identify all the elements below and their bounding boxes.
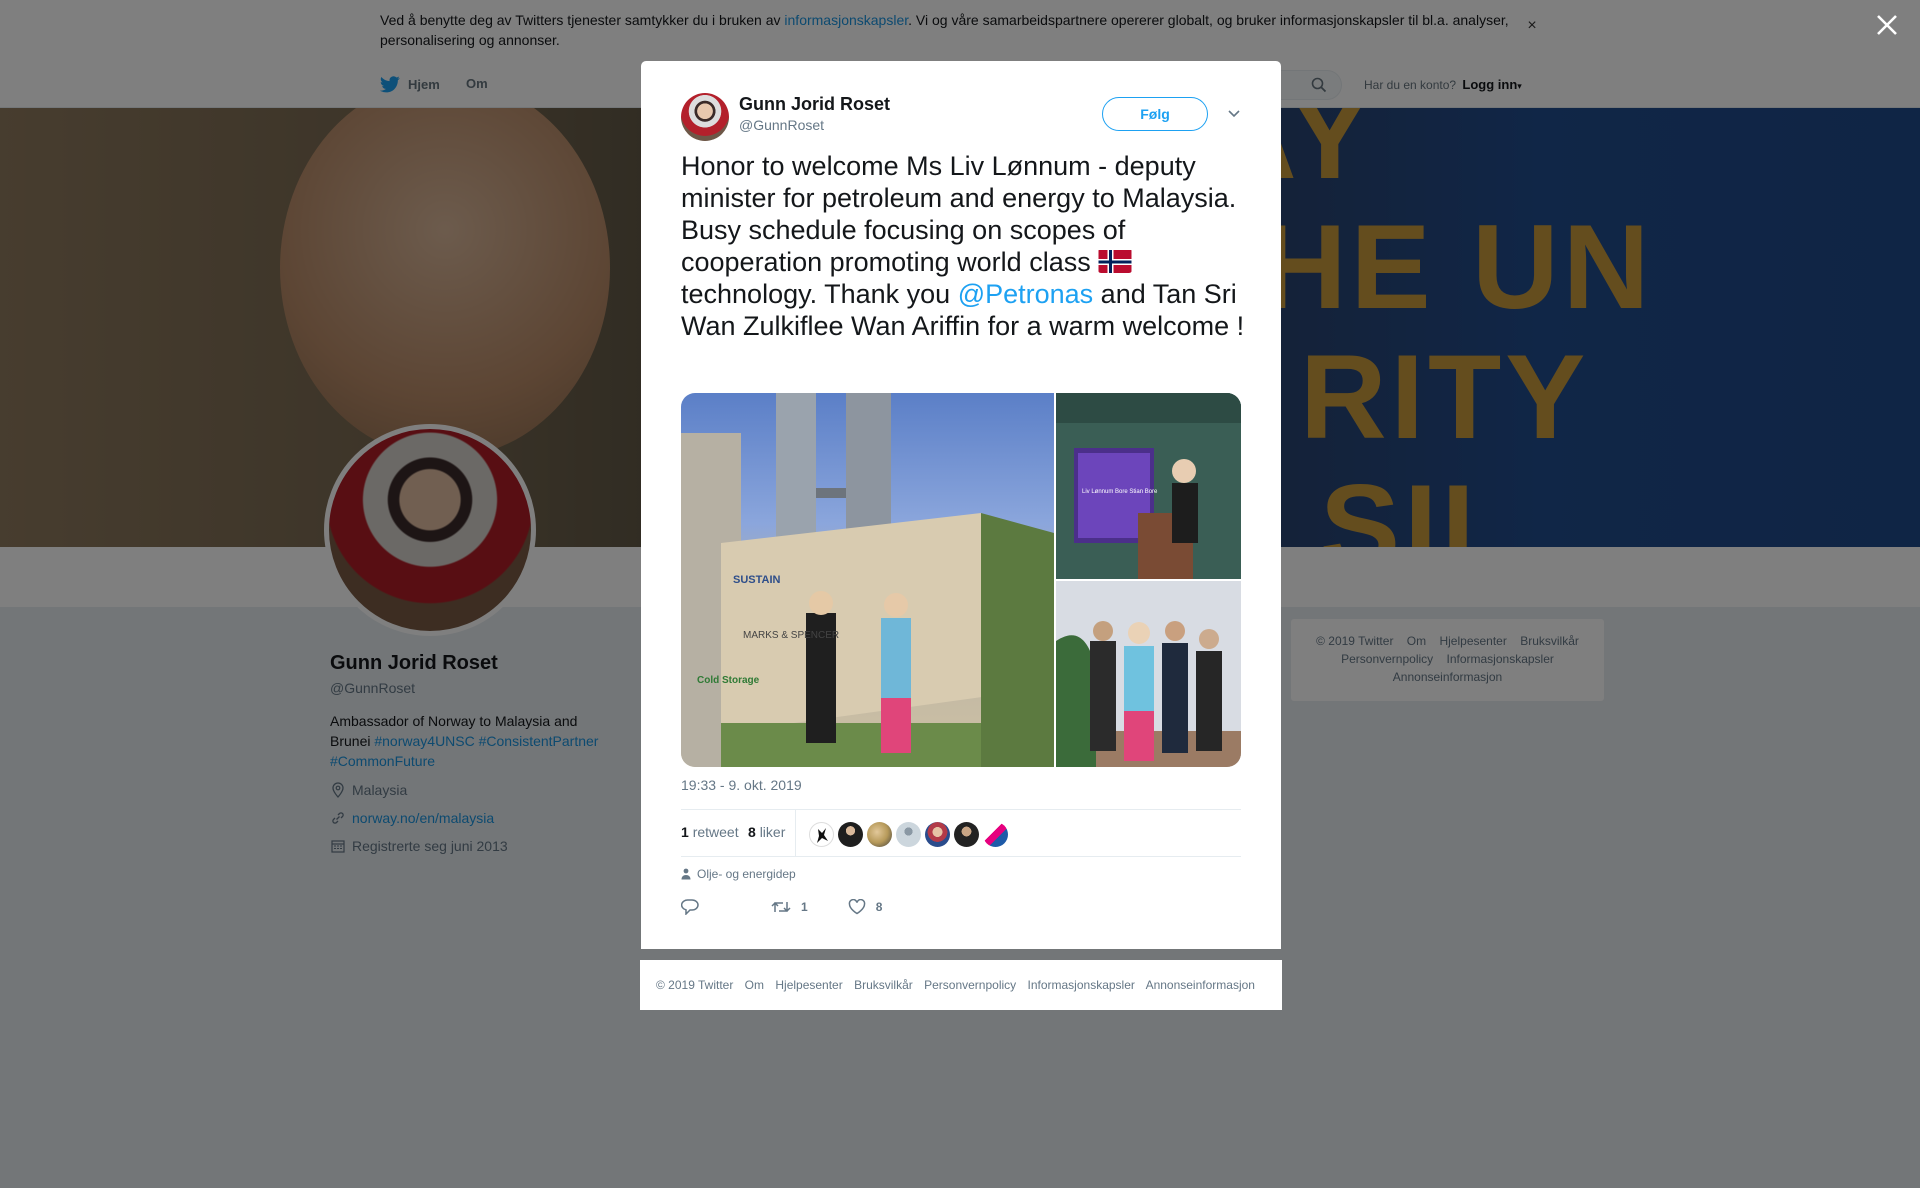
- tweet-text-part: Honor to welcome Ms Liv Lønnum - deputy …: [681, 151, 1237, 277]
- like-label: liker: [759, 824, 786, 840]
- tweet-modal: Gunn Jorid Roset @GunnRoset Følg Honor t…: [641, 61, 1281, 949]
- reply-icon: [681, 899, 699, 915]
- liker-avatar[interactable]: [896, 822, 921, 847]
- like-button[interactable]: 8: [848, 899, 883, 915]
- tweet-text: Honor to welcome Ms Liv Lønnum - deputy …: [681, 150, 1246, 342]
- footer-link-ads[interactable]: Annonseinformasjon: [1146, 978, 1255, 992]
- liker-avatar[interactable]: [809, 822, 834, 847]
- footer-link-terms[interactable]: Bruksvilkår: [854, 978, 913, 992]
- liker-avatar[interactable]: [867, 822, 892, 847]
- photo-sign-text: SUSTAIN: [733, 574, 781, 586]
- footer-link-about[interactable]: Om: [745, 978, 764, 992]
- author-name[interactable]: Gunn Jorid Roset: [739, 94, 890, 115]
- tweet-context: Olje- og energidep: [681, 867, 796, 881]
- like-count: 8: [748, 824, 756, 840]
- retweet-button[interactable]: 1: [771, 899, 808, 915]
- tweet-photo[interactable]: SUSTAIN MARKS & SPENCER Cold Storage: [681, 393, 1054, 767]
- footer-link-help[interactable]: Hjelpesenter: [775, 978, 842, 992]
- liker-avatar[interactable]: [838, 822, 863, 847]
- person-icon: [681, 868, 691, 880]
- footer-link-cookies[interactable]: Informasjonskapsler: [1028, 978, 1135, 992]
- liker-avatars: [809, 822, 1008, 847]
- mention-link[interactable]: @Petronas: [958, 279, 1093, 309]
- heart-icon: [848, 899, 865, 915]
- retweet-action-count: 1: [801, 900, 808, 914]
- stats-divider: [795, 810, 796, 856]
- liker-avatar[interactable]: [954, 822, 979, 847]
- tweet-timestamp[interactable]: 19:33 - 9. okt. 2019: [681, 777, 802, 793]
- photo-sign-text: MARKS & SPENCER: [743, 630, 839, 641]
- retweet-stat[interactable]: 1 retweet: [681, 824, 739, 840]
- tweet-stats: 1 retweet 8 liker: [681, 809, 1241, 857]
- like-action-count: 8: [875, 900, 883, 914]
- reply-button[interactable]: [681, 899, 709, 915]
- liker-avatar[interactable]: [983, 822, 1008, 847]
- like-stat[interactable]: 8 liker: [748, 824, 785, 840]
- photo-sign-text: Cold Storage: [697, 675, 760, 686]
- author-handle[interactable]: @GunnRoset: [739, 117, 824, 133]
- tweet-actions: 1 8: [681, 899, 922, 915]
- close-icon[interactable]: [1874, 12, 1900, 38]
- slide-text: Liv Lønnum Bore Stian Bore: [1082, 489, 1158, 495]
- follow-button[interactable]: Følg: [1102, 97, 1208, 131]
- norway-flag-icon: [1098, 249, 1132, 273]
- retweet-icon: [771, 901, 791, 913]
- tweet-media-grid: SUSTAIN MARKS & SPENCER Cold Storage Liv…: [681, 393, 1241, 767]
- tweet-text-part: technology. Thank you: [681, 279, 958, 309]
- chevron-down-icon[interactable]: [1226, 105, 1242, 121]
- tweet-photo[interactable]: [1056, 581, 1241, 767]
- footer-copyright: © 2019 Twitter: [656, 978, 734, 992]
- retweet-label: retweet: [692, 824, 739, 840]
- liker-avatar[interactable]: [925, 822, 950, 847]
- author-avatar[interactable]: [681, 93, 729, 141]
- tweet-photo[interactable]: Liv Lønnum Bore Stian Bore: [1056, 393, 1241, 579]
- modal-footer: © 2019 Twitter Om Hjelpesenter Bruksvilk…: [640, 960, 1282, 1010]
- retweet-count: 1: [681, 824, 689, 840]
- footer-link-privacy[interactable]: Personvernpolicy: [924, 978, 1016, 992]
- context-label[interactable]: Olje- og energidep: [697, 867, 796, 881]
